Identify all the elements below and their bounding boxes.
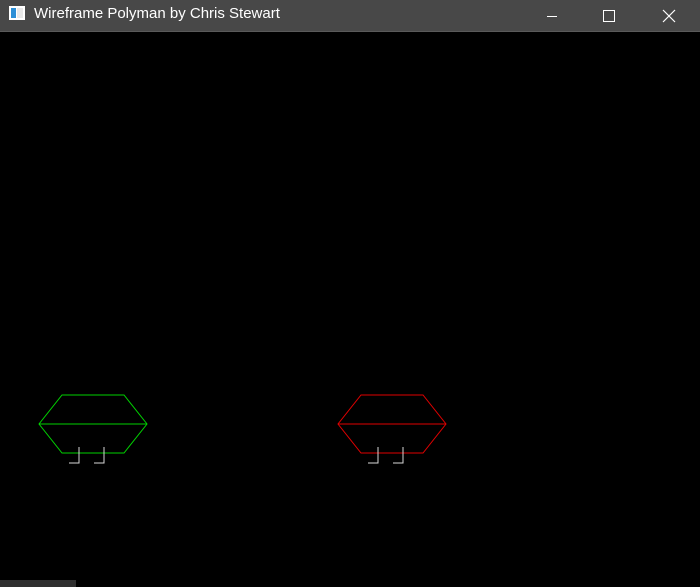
game-canvas[interactable] <box>0 32 700 587</box>
app-icon <box>9 6 25 20</box>
player-polyman <box>38 394 148 464</box>
player-leg-right <box>94 447 105 464</box>
close-button[interactable] <box>646 0 692 31</box>
game-window: Wireframe Polyman by Chris Stewart <box>0 0 700 587</box>
enemy-polyman <box>337 394 447 464</box>
enemy-leg-right <box>393 447 404 464</box>
title-bar[interactable]: Wireframe Polyman by Chris Stewart <box>0 0 700 32</box>
window-title: Wireframe Polyman by Chris Stewart <box>34 5 280 22</box>
close-icon <box>662 9 676 22</box>
enemy-leg-left <box>368 447 379 464</box>
player-leg-left <box>69 447 80 464</box>
game-scene <box>38 394 447 464</box>
taskbar-edge <box>0 580 76 587</box>
minimize-button[interactable] <box>529 0 575 31</box>
maximize-icon <box>603 9 615 22</box>
minimize-icon <box>547 15 557 17</box>
maximize-button[interactable] <box>586 0 632 31</box>
